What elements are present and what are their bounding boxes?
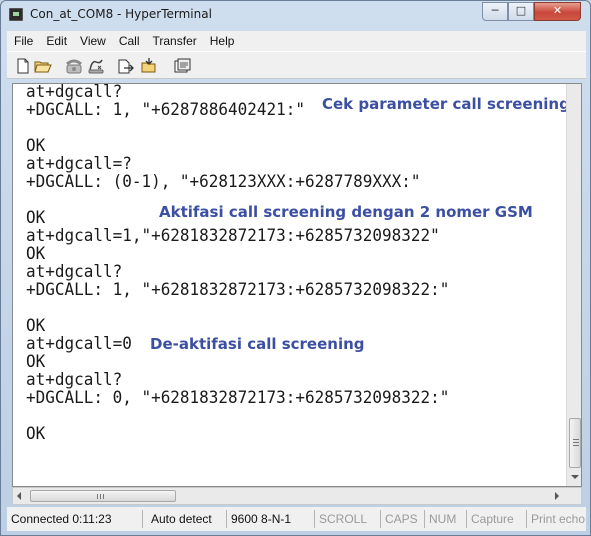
status-num: NUM: [425, 510, 467, 528]
window-title: Con_at_COM8 - HyperTerminal: [30, 7, 212, 21]
status-print-echo: Print echo: [531, 512, 586, 526]
receive-icon: [141, 58, 156, 73]
menu-help[interactable]: Help: [203, 34, 241, 48]
open-icon: [34, 61, 52, 73]
call-button[interactable]: [64, 56, 84, 76]
disconnect-button[interactable]: [86, 56, 106, 76]
terminal-line: at+dgcall=?: [26, 154, 132, 174]
terminal-line: +DGCALL: 1, "+6287886402421:": [26, 100, 306, 120]
annotation-de-aktifasi: De-aktifasi call screening: [150, 335, 365, 353]
hyperterminal-window: Con_at_COM8 - HyperTerminal ─ □ ✕ File E…: [0, 0, 591, 536]
new-icon: [17, 58, 29, 74]
send-icon: [118, 59, 134, 74]
properties-button[interactable]: [172, 56, 192, 76]
terminal-line: at+dgcall=0: [26, 334, 132, 354]
menu-edit[interactable]: Edit: [39, 34, 73, 48]
terminal-line: OK: [26, 424, 46, 444]
status-capture: Capture: [467, 510, 527, 528]
terminal-line: at+dgcall=1,"+6281832872173:+62857320983…: [26, 226, 440, 246]
menu-view[interactable]: View: [73, 34, 112, 48]
scroll-down-arrow-icon[interactable]: [571, 475, 579, 479]
phone-icon: [66, 59, 82, 74]
terminal-line: OK: [26, 136, 46, 156]
scroll-right-arrow-icon[interactable]: [555, 492, 559, 500]
disconnect-icon: [88, 59, 104, 74]
annotation-cek-parameter: Cek parameter call screening: [322, 95, 570, 113]
horizontal-scrollbar[interactable]: [12, 487, 582, 505]
terminal-line: OK: [26, 244, 46, 264]
status-auto-detect: Auto detect: [147, 510, 227, 528]
scroll-left-arrow-icon[interactable]: [17, 492, 21, 500]
close-button[interactable]: ✕: [534, 2, 581, 21]
horizontal-scroll-thumb[interactable]: [30, 490, 176, 502]
menu-file[interactable]: File: [7, 34, 39, 48]
menu-bar: File Edit View Call Transfer Help: [7, 31, 586, 51]
new-connection-button[interactable]: [13, 56, 33, 76]
minimize-button[interactable]: ─: [482, 2, 508, 21]
annotation-aktifasi: Aktifasi call screening dengan 2 nomer G…: [159, 203, 533, 221]
menu-call[interactable]: Call: [112, 34, 146, 48]
menu-transfer[interactable]: Transfer: [146, 34, 203, 48]
status-bar: Connected 0:11:23 Auto detect 9600 8-N-1…: [7, 507, 586, 531]
status-scroll: SCROLL: [315, 510, 381, 528]
terminal-line: at+dgcall?: [26, 262, 123, 282]
terminal-line: OK: [26, 208, 46, 228]
vertical-scroll-thumb[interactable]: [569, 418, 581, 468]
send-button[interactable]: [116, 56, 136, 76]
terminal-line: +DGCALL: 1, "+6281832872173:+62857320983…: [26, 280, 450, 300]
terminal-line: OK: [26, 352, 46, 372]
terminal-line: at+dgcall?: [26, 370, 123, 390]
open-button[interactable]: [33, 56, 53, 76]
status-caps: CAPS: [381, 510, 425, 528]
maximize-button[interactable]: □: [508, 2, 534, 21]
terminal-line: +DGCALL: 0, "+6281832872173:+62857320983…: [26, 388, 450, 408]
status-connected: Connected 0:11:23: [7, 510, 143, 528]
vertical-scrollbar[interactable]: [566, 84, 581, 486]
terminal-line: +DGCALL: (0-1), "+628123XXX:+6287789XXX:…: [26, 172, 421, 192]
terminal-line: OK: [26, 316, 46, 336]
toolbar: [7, 51, 586, 79]
terminal-output[interactable]: at+dgcall? +DGCALL: 1, "+6287886402421:"…: [12, 83, 582, 487]
properties-icon: [174, 58, 191, 73]
hyperterminal-app-icon[interactable]: [9, 8, 23, 21]
receive-button[interactable]: [140, 56, 160, 76]
terminal-line: at+dgcall?: [26, 83, 123, 102]
status-port-settings: 9600 8-N-1: [227, 510, 315, 528]
title-bar[interactable]: Con_at_COM8 - HyperTerminal ─ □ ✕: [1, 1, 590, 29]
